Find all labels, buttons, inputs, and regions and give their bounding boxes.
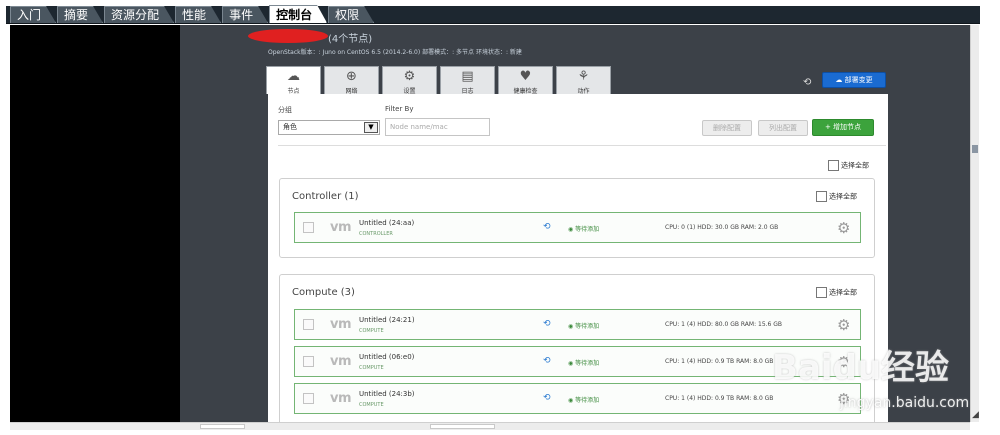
refresh-icon[interactable]: ⟲ (543, 356, 551, 366)
node-resources: CPU: 1 (4) HDD: 80.0 GB RAM: 15.6 GB (665, 321, 783, 328)
node-role: COMPUTE (359, 402, 384, 408)
delete-config-button[interactable]: 删除配置 (702, 120, 752, 136)
status-text: 等待添加 (575, 397, 600, 404)
node-role: COMPUTE (359, 328, 384, 334)
environment-node-count: (4个节点) (328, 34, 373, 45)
cloud-upload-icon: ☁ (835, 76, 845, 84)
status-text: 等待添加 (575, 226, 600, 233)
node-role: COMPUTE (359, 365, 384, 371)
tab-settings[interactable]: ⚙ 设置 (382, 66, 437, 95)
group-title: Controller (1) (292, 191, 359, 202)
resize-grip-icon[interactable]: ◢ (972, 410, 979, 420)
select-all-label: 选择全部 (829, 192, 857, 201)
divider (278, 145, 886, 146)
tab-summary[interactable]: 摘要 (57, 6, 103, 23)
watermark-url: jingyan.baidu.com (840, 395, 970, 411)
node-status: ◉ 等待添加 (568, 323, 600, 330)
filter-input[interactable]: Node name/mac (385, 118, 490, 136)
chevron-down-icon[interactable]: ▼ (364, 122, 378, 133)
redacted-environment-name (248, 29, 328, 43)
deploy-changes-button[interactable]: ☁ 部署变更 (822, 72, 886, 88)
network-icon: ⊕ (346, 69, 357, 84)
document-icon: ▤ (461, 69, 474, 84)
vertical-scrollbar[interactable] (970, 25, 979, 422)
select-all-controller[interactable]: 选择全部 (816, 191, 857, 202)
horizontal-scrollbar[interactable] (10, 422, 970, 430)
select-all-label: 选择全部 (829, 288, 857, 297)
select-all-checkbox[interactable] (816, 191, 827, 202)
vm-icon: vm (330, 220, 352, 235)
vm-icon: vm (330, 391, 352, 406)
tab-getting-started[interactable]: 入门 (10, 6, 56, 23)
select-all-nodes[interactable]: 选择全部 (828, 160, 869, 171)
cluster-tabs: ☁ 节点 ⊕ 网络 ⚙ 设置 ▤ 日志 ♥ 健康检查 ⚘ 动作 (266, 66, 614, 95)
node-status: ◉ 等待添加 (568, 360, 600, 367)
tab-permissions[interactable]: 权限 (328, 6, 374, 23)
baidu-watermark: Baidu经验 (772, 348, 950, 388)
environment-info: OpenStack版本：: Juno on CentOS 6.5 (2014.2… (268, 49, 522, 56)
vm-icon: vm (330, 354, 352, 369)
heart-icon: ♥ (519, 69, 532, 84)
outer-tab-bar: 入门 摘要 资源分配 性能 事件 控制台 权限 (6, 6, 980, 24)
node-checkbox[interactable] (303, 356, 314, 367)
tab-events[interactable]: 事件 (222, 6, 268, 23)
group-by-label: 分组 (278, 106, 292, 114)
deploy-label: 部署变更 (844, 76, 873, 84)
cloud-icon: ☁ (287, 69, 300, 84)
tab-nodes[interactable]: ☁ 节点 (266, 66, 321, 95)
refresh-icon[interactable]: ⟲ (543, 222, 551, 232)
group-by-value: 角色 (283, 123, 297, 131)
scrollbar-segment[interactable] (430, 424, 495, 429)
node-resources: CPU: 1 (4) HDD: 0.9 TB RAM: 8.0 GB (665, 395, 774, 402)
tab-logs[interactable]: ▤ 日志 (440, 66, 495, 95)
tab-health-check[interactable]: ♥ 健康检查 (498, 66, 553, 95)
tab-resource-allocation[interactable]: 资源分配 (104, 6, 174, 23)
scrollbar-thumb[interactable] (972, 145, 978, 153)
status-text: 等待添加 (575, 360, 600, 367)
screenshot-frame: 入门 摘要 资源分配 性能 事件 控制台 权限 ◢ (4个节点) OpenSta… (0, 0, 1000, 435)
actions-icon: ⚘ (577, 69, 590, 84)
node-name[interactable]: Untitled (06:e0) (359, 353, 414, 361)
gear-icon[interactable]: ⚙ (837, 316, 850, 334)
select-all-checkbox[interactable] (828, 160, 839, 171)
gear-icon[interactable]: ⚙ (837, 219, 850, 237)
tab-console[interactable]: 控制台 (269, 5, 327, 23)
refresh-icon[interactable]: ⟲ (543, 393, 551, 403)
node-name[interactable]: Untitled (24:3b) (359, 390, 415, 398)
gear-icon: ⚙ (403, 69, 416, 84)
group-by-select[interactable]: 角色 ▼ (278, 120, 380, 135)
refresh-icon[interactable]: ⟲ (543, 319, 551, 329)
group-title: Compute (3) (292, 287, 355, 298)
node-row[interactable]: vm Untitled (24:aa) CONTROLLER ⟲ ◉ 等待添加 … (294, 212, 861, 243)
node-checkbox[interactable] (303, 319, 314, 330)
node-role: CONTROLLER (359, 231, 393, 237)
select-all-compute[interactable]: 选择全部 (816, 287, 857, 298)
node-name[interactable]: Untitled (24:aa) (359, 219, 414, 227)
node-status: ◉ 等待添加 (568, 397, 600, 404)
node-resources: CPU: 0 (1) HDD: 30.0 GB RAM: 2.0 GB (665, 224, 779, 231)
node-name[interactable]: Untitled (24:21) (359, 316, 415, 324)
node-row[interactable]: vm Untitled (24:21) COMPUTE ⟲ ◉ 等待添加 CPU… (294, 309, 861, 340)
tab-actions[interactable]: ⚘ 动作 (556, 66, 611, 95)
add-node-button[interactable]: + 增加节点 (812, 119, 874, 136)
tab-performance[interactable]: 性能 (175, 6, 221, 23)
select-all-label: 选择全部 (841, 161, 869, 170)
scrollbar-segment[interactable] (200, 424, 245, 429)
status-text: 等待添加 (575, 323, 600, 330)
node-checkbox[interactable] (303, 222, 314, 233)
tab-network[interactable]: ⊕ 网络 (324, 66, 379, 95)
filter-label: Filter By (385, 105, 414, 113)
node-checkbox[interactable] (303, 393, 314, 404)
controller-group: Controller (1) 选择全部 vm Untitled (24:aa) … (279, 178, 875, 258)
vm-icon: vm (330, 317, 352, 332)
node-resources: CPU: 1 (4) HDD: 0.9 TB RAM: 8.0 GB (665, 358, 774, 365)
refresh-icon[interactable]: ⟲ (803, 77, 811, 88)
list-config-button[interactable]: 列出配置 (758, 120, 808, 136)
node-status: ◉ 等待添加 (568, 226, 600, 233)
select-all-checkbox[interactable] (816, 287, 827, 298)
